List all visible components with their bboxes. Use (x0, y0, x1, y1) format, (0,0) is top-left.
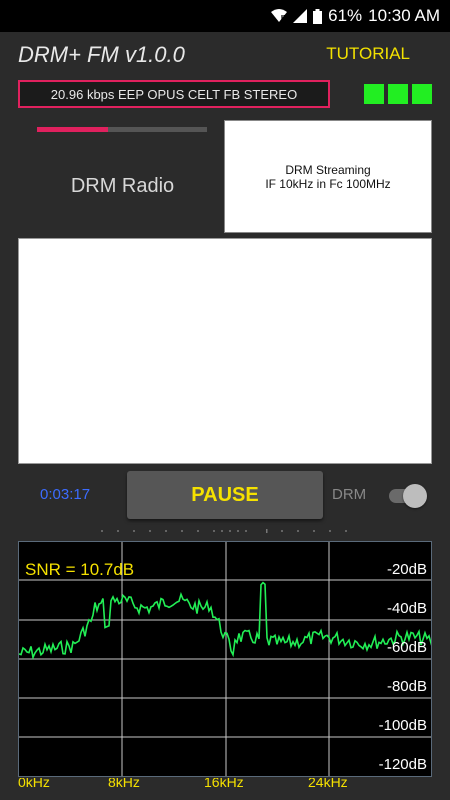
signal-progress-fill (37, 127, 109, 132)
db-label: -80dB (386, 678, 427, 695)
wifi-icon (271, 9, 288, 23)
app-title: DRM+ FM v1.0.0 (18, 42, 185, 67)
info-line-2: IF 10kHz in Fc 100MHz (265, 176, 391, 191)
db-label: -60dB (386, 639, 427, 656)
divider-dots (101, 529, 347, 533)
freq-label: 24kHz (308, 778, 348, 790)
station-label: DRM Radio (70, 175, 175, 197)
app-bar: DRM+ FM v1.0.0 TUTORIAL (0, 32, 450, 76)
drm-toggle[interactable] (385, 484, 429, 508)
db-label: -20dB (386, 561, 427, 578)
status-led-3 (412, 84, 432, 104)
freq-label: 16kHz (204, 778, 244, 790)
stream-info-text: 20.96 kbps EEP OPUS CELT FB STEREO (50, 86, 298, 102)
info-panel: DRM Streaming IF 10kHz in Fc 100MHz (224, 120, 432, 233)
db-label: -120dB (378, 756, 427, 773)
status-led-1 (364, 84, 384, 104)
freq-label: 8kHz (108, 778, 140, 790)
frequency-axis: 0kHz 8kHz 16kHz 24kHz (0, 778, 450, 800)
slideshow-image-panel (18, 238, 432, 464)
battery-percent: 61% (328, 6, 363, 25)
db-label: -40dB (386, 600, 427, 617)
status-leds (364, 84, 432, 104)
spectrum-plot: SNR = 10.7dB -20dB -40dB -60dB -80dB -10… (18, 541, 432, 777)
clock: 10:30 AM (368, 6, 440, 25)
db-label: -100dB (378, 717, 427, 734)
drm-toggle-thumb (403, 484, 427, 508)
elapsed-time: 0:03:17 (40, 486, 91, 503)
info-line-1: DRM Streaming (285, 162, 371, 177)
drm-toggle-label: DRM (332, 486, 367, 503)
pause-button[interactable]: PAUSE (127, 471, 323, 519)
freq-label: 0kHz (18, 778, 50, 790)
stream-info-box: 20.96 kbps EEP OPUS CELT FB STEREO (18, 80, 330, 108)
tutorial-button[interactable]: TUTORIAL (326, 44, 410, 64)
snr-readout: SNR = 10.7dB (25, 560, 135, 579)
battery-icon (313, 8, 323, 24)
signal-icon (293, 9, 308, 23)
signal-progress-bar (37, 127, 207, 132)
status-bar: 61% 10:30 AM (0, 0, 450, 32)
status-led-2 (388, 84, 408, 104)
